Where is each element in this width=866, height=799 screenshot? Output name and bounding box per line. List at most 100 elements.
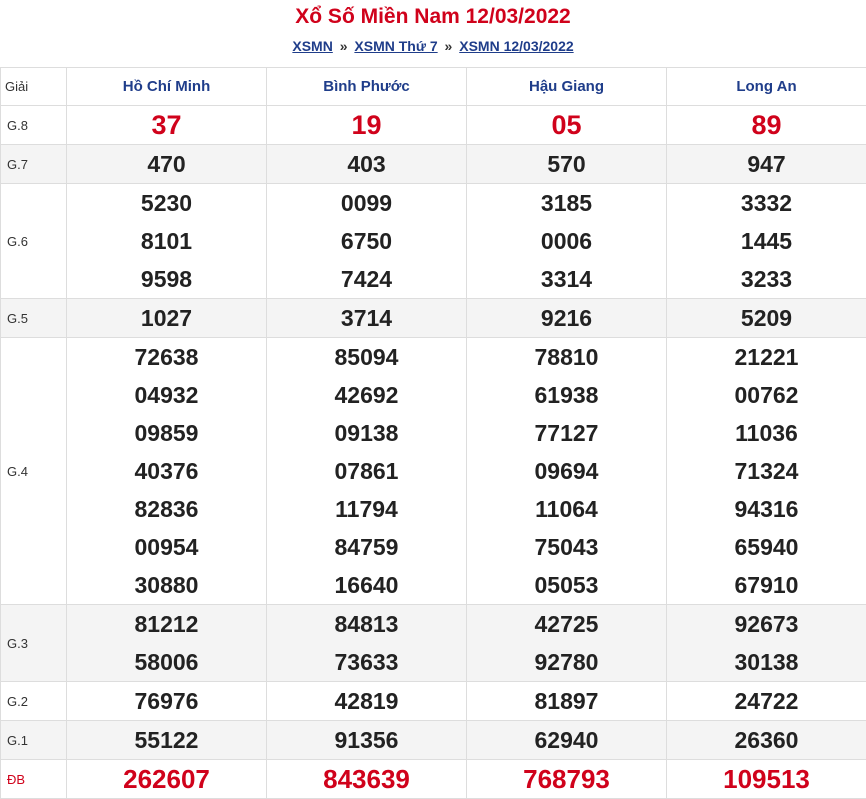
result-number: 21221	[667, 338, 866, 376]
result-cell: 4272592780	[467, 605, 667, 682]
result-cell: 05	[467, 106, 667, 145]
result-number: 470	[67, 145, 266, 183]
breadcrumb-link-xsmn[interactable]: XSMN	[292, 38, 332, 54]
result-number: 1445	[667, 222, 866, 260]
result-cell: 8481373633	[267, 605, 467, 682]
result-number: 1027	[67, 299, 266, 337]
result-number: 3332	[667, 184, 866, 222]
result-number: 92780	[467, 643, 666, 681]
result-number: 0099	[267, 184, 466, 222]
result-number: 30138	[667, 643, 866, 681]
result-cell: 9216	[467, 299, 667, 338]
result-number: 84813	[267, 605, 466, 643]
result-number: 11794	[267, 490, 466, 528]
result-cell: 78810619387712709694110647504305053	[467, 338, 667, 605]
prize-label: G.5	[1, 299, 67, 338]
result-number: 81212	[67, 605, 266, 643]
result-number: 42819	[267, 682, 466, 720]
prize-label: G.2	[1, 682, 67, 721]
result-number: 09694	[467, 452, 666, 490]
prize-label: G.1	[1, 721, 67, 760]
result-cell: 21221007621103671324943166594067910	[667, 338, 866, 605]
province-header[interactable]: Bình Phước	[267, 68, 467, 106]
result-number: 61938	[467, 376, 666, 414]
province-header[interactable]: Long An	[667, 68, 866, 106]
result-number: 92673	[667, 605, 866, 643]
result-number: 75043	[467, 528, 666, 566]
breadcrumb-separator: »	[442, 38, 456, 54]
result-cell: 42819	[267, 682, 467, 721]
result-cell: 470	[67, 145, 267, 184]
result-number: 42692	[267, 376, 466, 414]
prize-label: G.7	[1, 145, 67, 184]
result-cell: 109513	[667, 760, 866, 799]
result-cell: 009967507424	[267, 184, 467, 299]
result-cell: 523081019598	[67, 184, 267, 299]
result-cell: 24722	[667, 682, 866, 721]
result-number: 9598	[67, 260, 266, 298]
result-number: 37	[67, 106, 266, 144]
prize-row: G.51027371492165209	[1, 299, 866, 338]
result-number: 77127	[467, 414, 666, 452]
special-prize-number: 262607	[67, 760, 266, 798]
result-number: 62940	[467, 721, 666, 759]
result-cell: 26360	[667, 721, 866, 760]
prize-label: G.8	[1, 106, 67, 145]
result-number: 26360	[667, 721, 866, 759]
result-number: 82836	[67, 490, 266, 528]
result-cell: 403	[267, 145, 467, 184]
result-number: 00762	[667, 376, 866, 414]
province-header[interactable]: Hồ Chí Minh	[67, 68, 267, 106]
result-number: 8101	[67, 222, 266, 260]
result-cell: 8121258006	[67, 605, 267, 682]
prize-label: G.4	[1, 338, 67, 605]
page-title: Xổ Số Miền Nam 12/03/2022	[0, 0, 866, 34]
special-prize-number: 109513	[667, 760, 866, 798]
result-number: 07861	[267, 452, 466, 490]
result-number: 09859	[67, 414, 266, 452]
result-number: 65940	[667, 528, 866, 566]
result-number: 94316	[667, 490, 866, 528]
result-cell: 768793	[467, 760, 667, 799]
prize-row: G.38121258006848137363342725927809267330…	[1, 605, 866, 682]
breadcrumb-link-xsmn-date[interactable]: XSMN 12/03/2022	[459, 38, 573, 54]
result-number: 89	[667, 106, 866, 144]
prize-row: G.837190589	[1, 106, 866, 145]
prize-row: G.276976428198189724722	[1, 682, 866, 721]
result-number: 67910	[667, 566, 866, 604]
result-number: 84759	[267, 528, 466, 566]
result-number: 5209	[667, 299, 866, 337]
prize-label: ĐB	[1, 760, 67, 799]
result-cell: 9267330138	[667, 605, 866, 682]
result-number: 78810	[467, 338, 666, 376]
result-number: 3233	[667, 260, 866, 298]
result-number: 0006	[467, 222, 666, 260]
result-number: 00954	[67, 528, 266, 566]
result-number: 5230	[67, 184, 266, 222]
result-cell: 1027	[67, 299, 267, 338]
result-cell: 3714	[267, 299, 467, 338]
result-cell: 81897	[467, 682, 667, 721]
result-number: 570	[467, 145, 666, 183]
prize-row: G.65230810195980099675074243185000633143…	[1, 184, 866, 299]
breadcrumb-link-xsmn-thu-7[interactable]: XSMN Thứ 7	[354, 38, 437, 54]
result-number: 6750	[267, 222, 466, 260]
breadcrumb-separator: »	[337, 38, 351, 54]
result-cell: 89	[667, 106, 866, 145]
prize-column-header: Giải	[1, 68, 67, 106]
result-cell: 37	[67, 106, 267, 145]
result-number: 9216	[467, 299, 666, 337]
result-number: 40376	[67, 452, 266, 490]
special-prize-number: 768793	[467, 760, 666, 798]
result-cell: 262607	[67, 760, 267, 799]
prize-row: G.47263804932098594037682836009543088085…	[1, 338, 866, 605]
result-number: 24722	[667, 682, 866, 720]
result-cell: 843639	[267, 760, 467, 799]
result-number: 3185	[467, 184, 666, 222]
result-cell: 318500063314	[467, 184, 667, 299]
result-number: 71324	[667, 452, 866, 490]
prize-row: ĐB262607843639768793109513	[1, 760, 866, 799]
result-cell: 62940	[467, 721, 667, 760]
province-header[interactable]: Hậu Giang	[467, 68, 667, 106]
result-number: 05	[467, 106, 666, 144]
